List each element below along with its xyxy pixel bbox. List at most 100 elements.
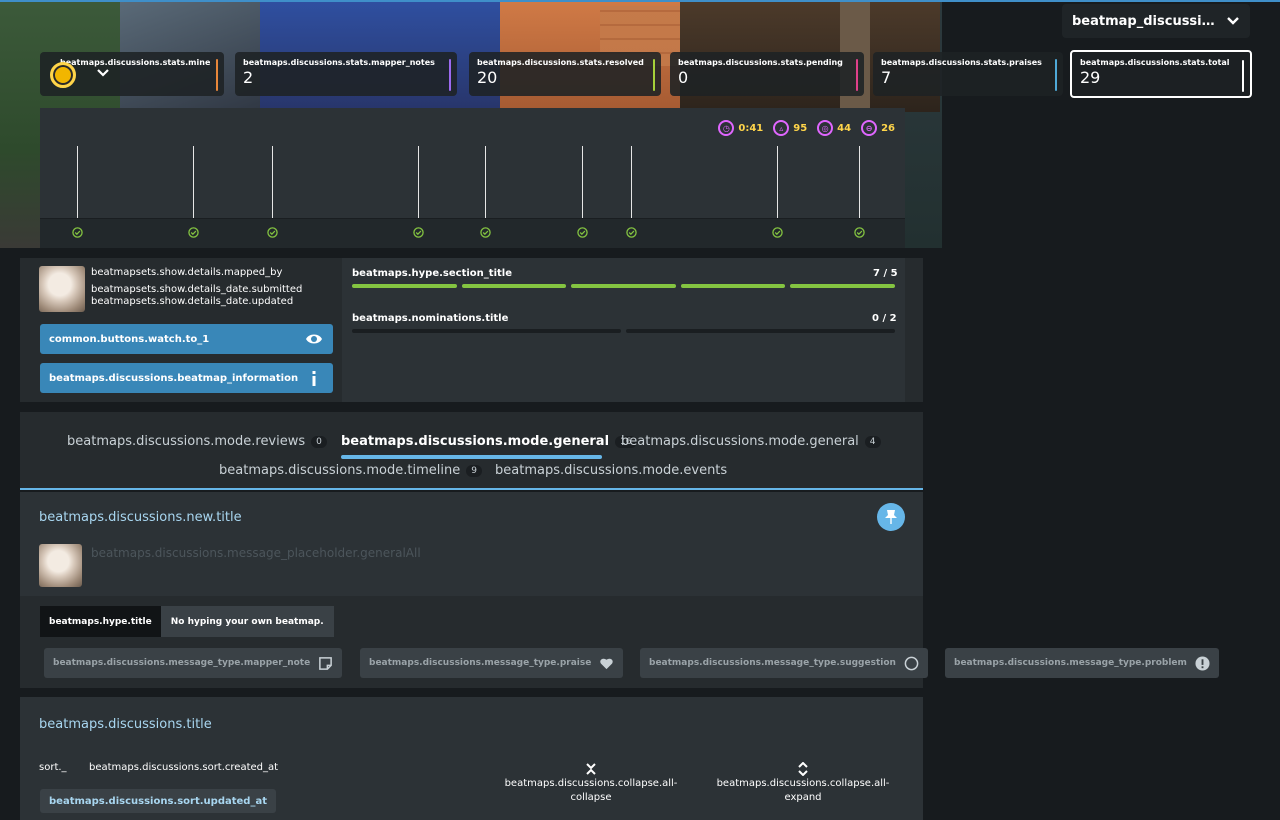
stat-value: 20 — [477, 68, 498, 87]
stat-mine-color-bar — [216, 59, 218, 91]
timeline-marker[interactable] — [272, 146, 273, 218]
tab-label: beatmaps.discussions.mode.general — [341, 434, 610, 449]
expand-all-button[interactable]: beatmaps.discussions.collapse.all-expand — [708, 762, 898, 805]
resolved-check-icon — [413, 227, 424, 238]
tab-label: beatmaps.discussions.mode.general — [621, 434, 859, 449]
target-icon: ◎ — [817, 120, 834, 136]
resolved-check-icon — [267, 227, 278, 238]
stat-mine[interactable]: beatmaps.discussions.stats.mine — [40, 52, 224, 96]
stat-circles-value: 44 — [837, 122, 852, 134]
chevron-down-icon — [1227, 17, 1239, 25]
timeline-marker[interactable] — [77, 146, 78, 218]
progress-segment — [680, 284, 786, 288]
circle-icon — [904, 656, 919, 670]
nominations-title: beatmaps.nominations.title — [352, 313, 509, 324]
stat-mapper-notes[interactable]: beatmaps.discussions.stats.mapper_notes … — [235, 52, 457, 96]
resolved-check-icon — [480, 227, 491, 238]
timeline-marker[interactable] — [485, 146, 486, 218]
message-type-problem-button[interactable]: beatmaps.discussions.message_type.proble… — [945, 648, 1219, 678]
stat-color-bar — [449, 59, 451, 91]
timeline-marker[interactable] — [193, 146, 194, 218]
tab-count: 0 — [311, 435, 327, 448]
stat-label: beatmaps.discussions.stats.pending — [678, 58, 843, 67]
submitted-date-text: beatmapsets.show.details_date.submitted — [91, 284, 303, 295]
message-type-label: beatmaps.discussions.message_type.praise — [369, 658, 592, 668]
timeline-marker[interactable] — [859, 146, 860, 218]
progress-segment — [626, 329, 895, 333]
sort-updated-at-button[interactable]: beatmaps.discussions.sort.updated_at — [40, 789, 276, 813]
mapped-by-text: beatmapsets.show.details.mapped_by — [91, 267, 283, 278]
tab-label: beatmaps.discussions.mode.events — [495, 463, 728, 478]
stat-praises[interactable]: beatmaps.discussions.stats.praises 7 — [873, 52, 1063, 96]
progress-segment — [461, 284, 567, 288]
tab-label: beatmaps.discussions.mode.reviews — [67, 434, 306, 449]
hype-label: beatmaps.hype.title — [40, 606, 161, 637]
message-type-praise-button[interactable]: beatmaps.discussions.message_type.praise — [360, 648, 624, 678]
stat-length-value: 0:41 — [738, 122, 764, 134]
pin-icon — [885, 510, 897, 524]
resolved-check-icon — [854, 227, 865, 238]
resolved-check-icon — [577, 227, 588, 238]
new-discussion-title: beatmaps.discussions.new.title — [39, 510, 242, 525]
stat-total[interactable]: beatmaps.discussions.stats.total 29 — [1070, 50, 1252, 98]
hype-section-title: beatmaps.hype.section_title — [352, 268, 512, 279]
hype-count: 7 / 5 — [873, 268, 898, 279]
triangle-icon: ▵ — [773, 120, 790, 136]
message-type-suggestion-button[interactable]: beatmaps.discussions.message_type.sugges… — [640, 648, 928, 678]
stat-pending[interactable]: beatmaps.discussions.stats.pending 0 — [670, 52, 864, 96]
watch-button[interactable]: common.buttons.watch.to_1 — [40, 324, 333, 354]
heart-icon — [600, 658, 614, 669]
stat-color-bar — [1242, 60, 1244, 92]
beatmap-information-button[interactable]: beatmaps.discussions.beatmap_information — [40, 363, 333, 393]
timeline-marker[interactable] — [631, 146, 632, 218]
mode-selector-label: beatmap_discussion... — [1072, 13, 1222, 29]
stat-label: beatmaps.discussions.stats.mapper_notes — [243, 58, 435, 67]
stat-mine-label: beatmaps.discussions.stats.mine — [60, 58, 211, 67]
info-icon — [312, 371, 316, 386]
progress-segment — [352, 284, 457, 288]
message-input[interactable]: beatmaps.discussions.message_placeholder… — [91, 546, 421, 560]
mode-selector-dropdown[interactable]: beatmap_discussion... — [1062, 4, 1250, 38]
active-tab-indicator — [341, 455, 602, 459]
resolved-check-icon — [72, 227, 83, 238]
tab-timeline[interactable]: beatmaps.discussions.mode.timeline 9 — [219, 463, 482, 478]
progress-segment — [790, 284, 895, 288]
resolved-check-icon — [626, 227, 637, 238]
timeline-marker[interactable] — [777, 146, 778, 218]
message-type-mapper-note-button[interactable]: beatmaps.discussions.message_type.mapper… — [44, 648, 343, 678]
stat-resolved[interactable]: beatmaps.discussions.stats.resolved 20 — [469, 52, 661, 96]
stat-color-bar — [856, 59, 858, 91]
sort-created-at-button[interactable]: beatmaps.discussions.sort.created_at — [89, 762, 278, 773]
stat-value: 7 — [881, 68, 892, 87]
user-avatar-icon — [50, 62, 76, 88]
stat-circles: ◎ 44 — [817, 120, 851, 136]
stat-length: ◷ 0:41 — [718, 120, 763, 136]
panel-spacer — [905, 258, 923, 402]
stat-sliders: ⊖ 26 — [861, 120, 895, 136]
tab-reviews[interactable]: beatmaps.discussions.mode.reviews 0 — [67, 434, 327, 449]
clock-icon: ◷ — [718, 120, 735, 136]
discussions-title: beatmaps.discussions.title — [39, 717, 212, 732]
timeline-marker[interactable] — [582, 146, 583, 218]
tab-count: 4 — [864, 435, 881, 448]
slider-icon: ⊖ — [861, 120, 878, 136]
tab-general-all[interactable]: beatmaps.discussions.mode.general 4 — [621, 434, 881, 449]
mapper-avatar[interactable] — [39, 266, 85, 312]
nominations-count: 0 / 2 — [872, 313, 897, 324]
resolved-check-icon — [188, 227, 199, 238]
exclamation-icon — [1195, 655, 1210, 671]
pin-button[interactable] — [877, 503, 905, 531]
collapse-all-label: beatmaps.discussions.collapse.all-collap… — [504, 778, 678, 803]
stat-sliders-value: 26 — [881, 122, 895, 134]
message-type-label: beatmaps.discussions.message_type.sugges… — [649, 658, 896, 668]
tab-general[interactable]: beatmaps.discussions.mode.general 16 — [341, 434, 637, 449]
message-type-label: beatmaps.discussions.message_type.proble… — [954, 658, 1187, 668]
hype-message: No hyping your own beatmap. — [160, 606, 334, 637]
progress-segment — [352, 329, 621, 333]
collapse-all-button[interactable]: beatmaps.discussions.collapse.all-collap… — [496, 762, 686, 805]
timeline-marker[interactable] — [418, 146, 419, 218]
hype-box: beatmaps.hype.title No hyping your own b… — [40, 606, 334, 637]
tab-events[interactable]: beatmaps.discussions.mode.events — [495, 463, 727, 478]
expand-icon — [798, 762, 808, 776]
stat-value: 0 — [678, 68, 689, 87]
